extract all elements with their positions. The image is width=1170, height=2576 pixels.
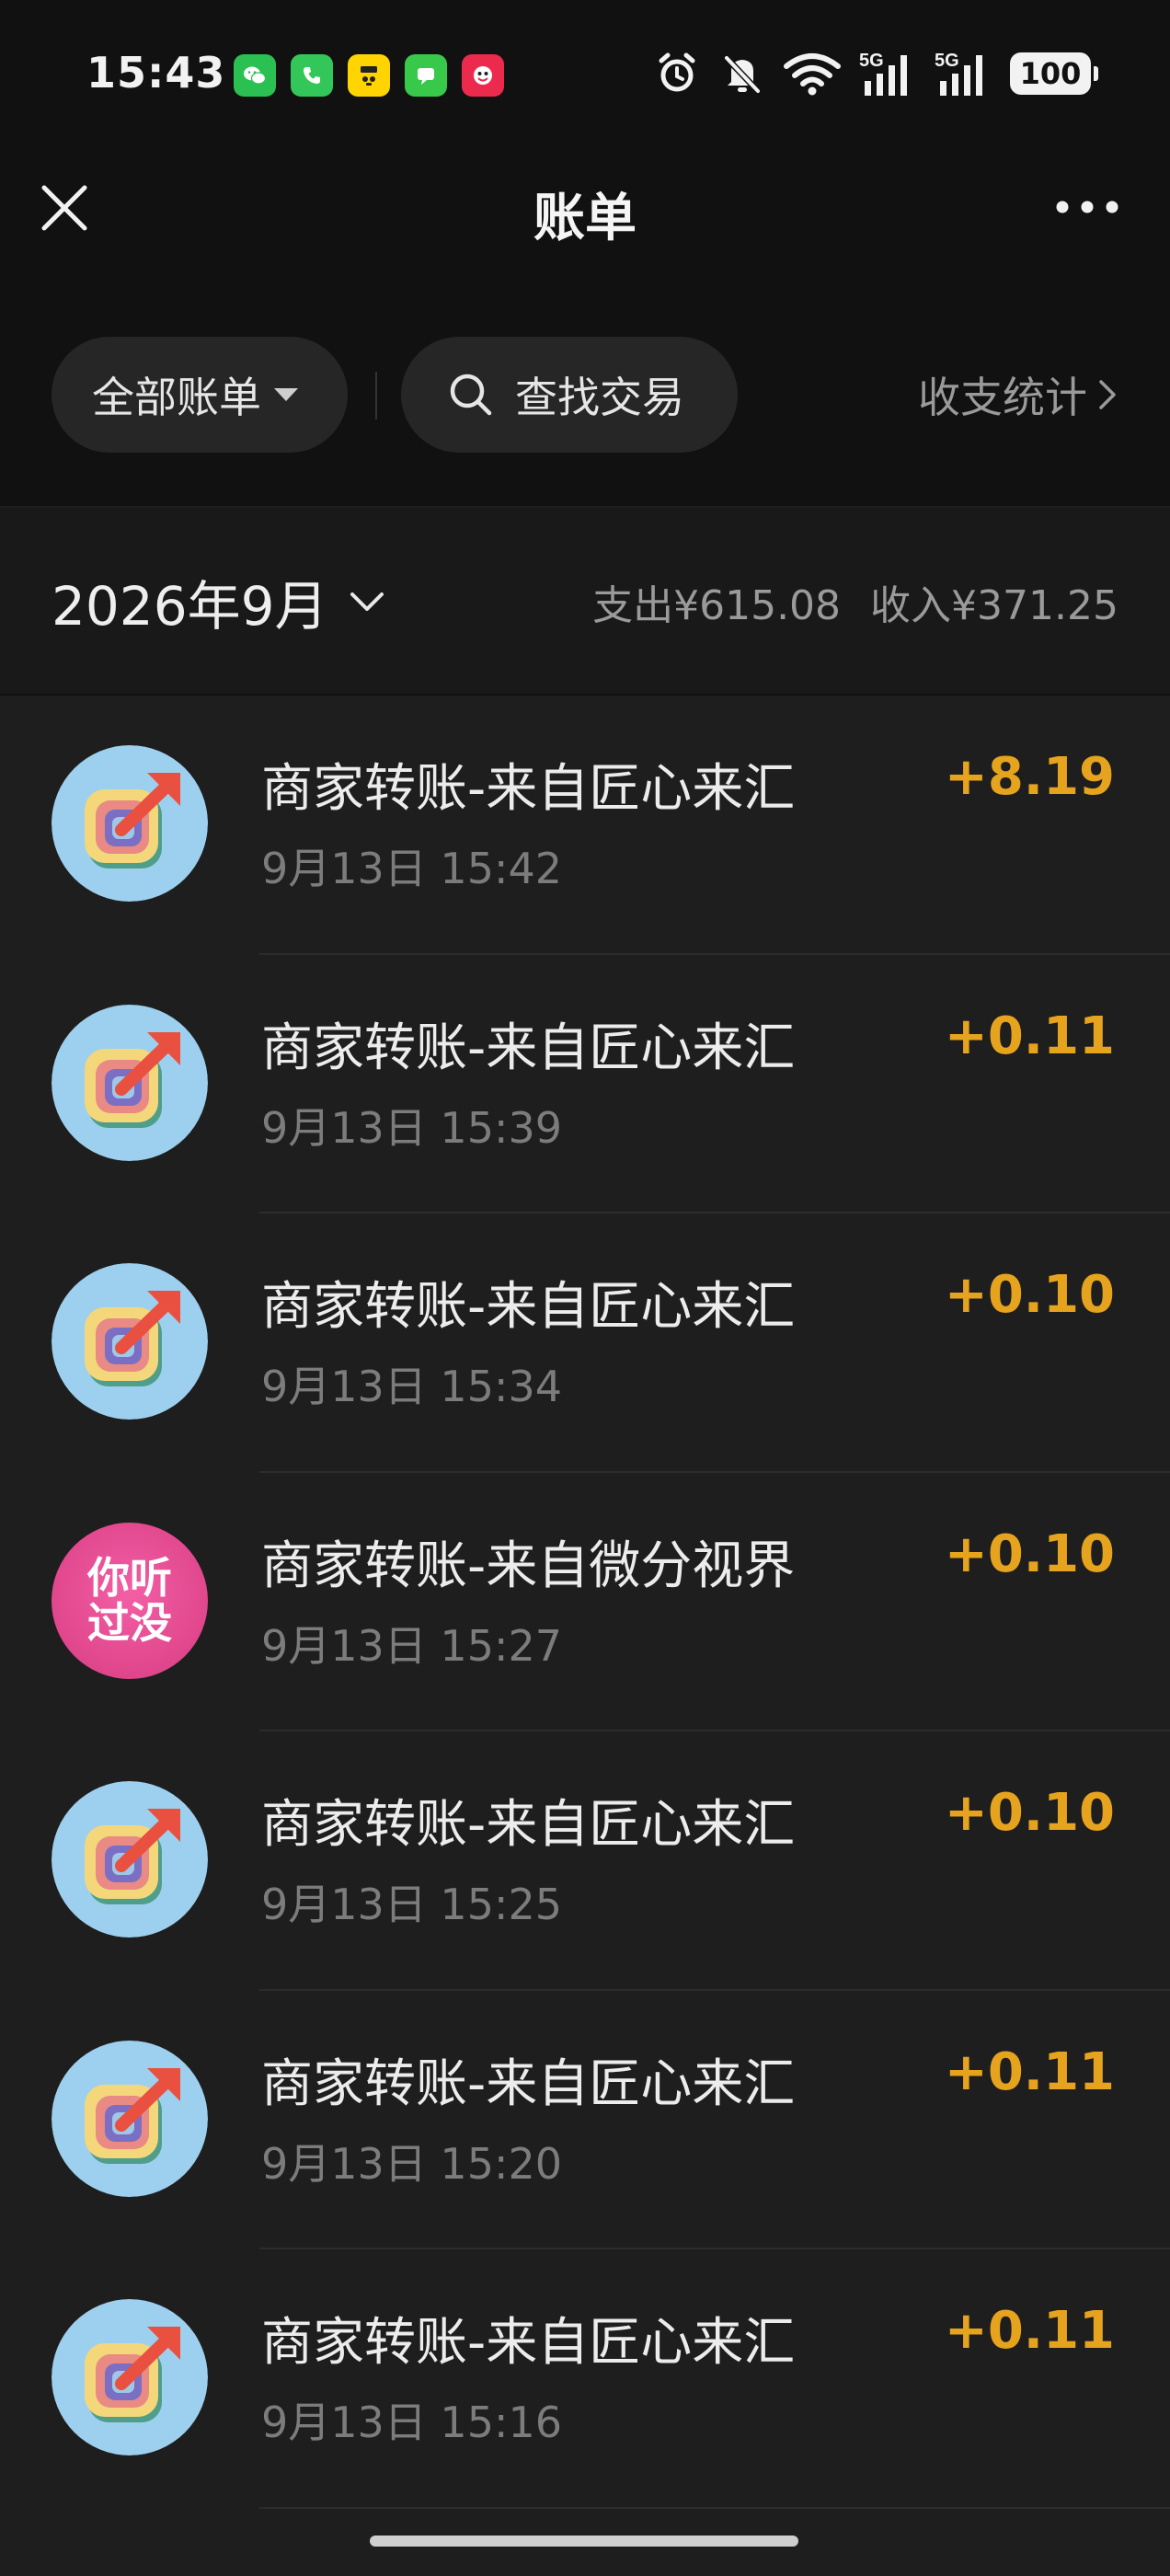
status-bar: 15:43 5G 5G 100 <box>0 0 1170 147</box>
transaction-time: 9月13日 15:25 <box>261 1880 562 1929</box>
transaction-title: 商家转账-来自匠心来汇 <box>261 1277 796 1337</box>
yellow-app-icon <box>348 54 390 97</box>
transaction-amount: +0.10 <box>944 1265 1115 1325</box>
transaction-time: 9月13日 15:42 <box>261 844 562 893</box>
search-transactions-button[interactable]: 查找交易 <box>401 337 738 453</box>
income-expense-stats-link[interactable]: 收支统计 <box>918 364 1118 425</box>
transaction-row[interactable]: 你听 过没 商家转账-来自微分视界 9月13日 15:27 +0.10 <box>0 1473 1170 1731</box>
system-status-icons: 5G 5G 100 <box>653 50 1098 98</box>
transaction-row[interactable]: 商家转账-来自匠心来汇 9月13日 15:20 +0.11 <box>0 1991 1170 2249</box>
month-label: 2026年9月 <box>52 575 328 638</box>
craft-logo-icon <box>52 2040 208 2197</box>
more-icon <box>1056 201 1118 213</box>
craft-logo-icon <box>52 1781 208 1938</box>
signal-5g-label: 5G <box>859 51 884 71</box>
wechat-icon <box>234 54 276 97</box>
transaction-title: 商家转账-来自微分视界 <box>261 1535 796 1596</box>
craft-logo-icon <box>52 2299 208 2455</box>
transaction-title: 商家转账-来自匠心来汇 <box>261 1018 796 1078</box>
transaction-amount: +0.11 <box>944 2301 1115 2361</box>
expense-total: 支出¥615.08 <box>592 582 842 629</box>
transaction-time: 9月13日 15:39 <box>261 1102 562 1153</box>
battery-indicator: 100 <box>1010 52 1098 95</box>
all-bills-dropdown[interactable]: 全部账单 <box>52 337 348 453</box>
transaction-title: 商家转账-来自匠心来汇 <box>261 1795 796 1855</box>
nav-header: 账单 <box>0 147 1170 267</box>
craft-logo-icon <box>52 1263 208 1420</box>
red-app-icon <box>462 54 504 97</box>
page-title: 账单 <box>533 189 637 248</box>
transaction-amount: +0.11 <box>944 2041 1115 2102</box>
transaction-row[interactable]: 商家转账-来自匠心来汇 9月13日 15:34 +0.10 <box>0 1213 1170 1473</box>
transaction-time: 9月13日 15:20 <box>261 2138 562 2189</box>
all-bills-label: 全部账单 <box>92 373 261 422</box>
notification-icons <box>234 54 504 97</box>
chevron-down-icon <box>350 592 384 611</box>
merchant-avatar <box>52 745 208 902</box>
chevron-right-icon <box>1099 380 1116 409</box>
home-indicator[interactable] <box>370 2536 798 2547</box>
stats-label: 收支统计 <box>918 373 1087 422</box>
transaction-row[interactable]: 商家转账-来自匠心来汇 9月13日 15:25 +0.10 <box>0 1731 1170 1991</box>
transaction-row[interactable]: 商家转账-来自匠心来汇 9月13日 15:16 +0.11 <box>0 2249 1170 2509</box>
transaction-amount: +8.19 <box>944 747 1115 807</box>
merchant-avatar <box>52 2299 208 2455</box>
merchant-avatar <box>52 2040 208 2197</box>
month-summary: 2026年9月 支出¥615.08 收入¥371.25 <box>0 506 1170 694</box>
wifi-icon <box>784 53 841 96</box>
transaction-title: 商家转账-来自匠心来汇 <box>261 2313 796 2373</box>
income-total: 收入¥371.25 <box>870 582 1118 629</box>
transaction-time: 9月13日 15:34 <box>261 1362 562 1411</box>
transaction-time: 9月13日 15:16 <box>261 2398 562 2447</box>
alarm-icon <box>659 52 695 92</box>
month-totals: 支出¥615.08 收入¥371.25 <box>592 572 1118 631</box>
merchant-avatar: 你听 过没 <box>52 1522 208 1679</box>
filter-bar: 全部账单 查找交易 收支统计 <box>0 337 1170 453</box>
phone-icon <box>291 54 333 97</box>
divider <box>375 372 377 420</box>
avatar-text-line: 你听 <box>87 1553 172 1604</box>
transaction-row[interactable]: 商家转账-来自匠心来汇 9月13日 15:42 +8.19 <box>0 696 1170 955</box>
transaction-row[interactable]: 商家转账-来自匠心来汇 9月13日 15:39 +0.11 <box>0 955 1170 1213</box>
row-divider <box>259 2506 1170 2509</box>
search-icon <box>450 374 492 416</box>
mute-bell-icon <box>724 55 761 94</box>
status-time: 15:43 <box>86 48 226 98</box>
transaction-title: 商家转账-来自匠心来汇 <box>261 2053 796 2114</box>
caret-down-icon <box>274 388 298 401</box>
signal-5g-icon: 5G <box>859 51 907 96</box>
bill-page: 15:43 5G 5G 100 账单 全部账单 查找交易 收支统计 2026年9… <box>0 0 1170 2576</box>
search-label: 查找交易 <box>515 373 684 422</box>
signal-5g-label: 5G <box>935 51 959 71</box>
more-button[interactable] <box>1050 184 1124 230</box>
avatar-text-line: 过没 <box>87 1597 172 1648</box>
craft-logo-icon <box>52 1004 208 1161</box>
transaction-title: 商家转账-来自匠心来汇 <box>261 759 796 819</box>
merchant-avatar <box>52 1263 208 1420</box>
transaction-amount: +0.10 <box>944 1524 1115 1584</box>
month-selector[interactable]: 2026年9月 <box>52 563 385 640</box>
merchant-avatar <box>52 1781 208 1938</box>
transaction-amount: +0.10 <box>944 1783 1115 1843</box>
transaction-time: 9月13日 15:27 <box>261 1620 562 1671</box>
signal-5g-icon: 5G <box>935 51 982 96</box>
transaction-amount: +0.11 <box>944 1006 1115 1066</box>
transaction-list: 商家转账-来自匠心来汇 9月13日 15:42 +8.19 商家转账-来自匠心来… <box>0 696 1170 2576</box>
messages-icon <box>405 54 447 97</box>
merchant-avatar <box>52 1004 208 1161</box>
craft-logo-icon <box>52 745 208 902</box>
text-logo: 你听 过没 <box>52 1522 208 1679</box>
